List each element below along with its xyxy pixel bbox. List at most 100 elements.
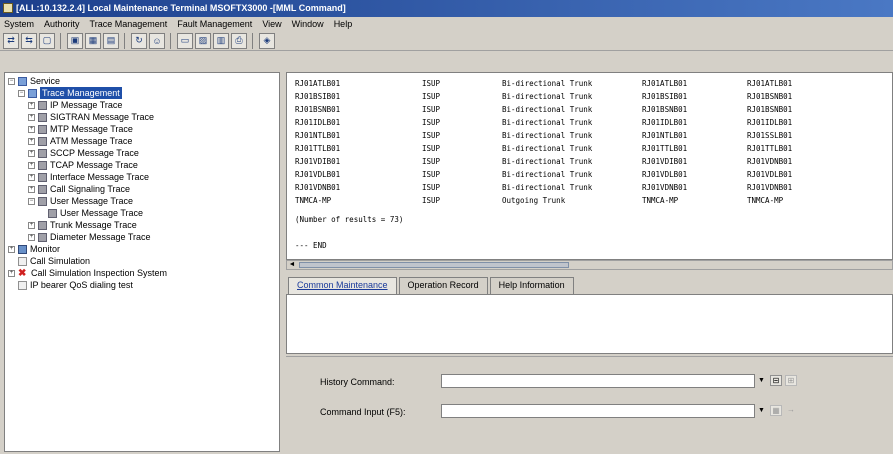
result-cell: RJ01ATLB01 bbox=[642, 79, 688, 88]
tree-item-label: Interface Message Trace bbox=[50, 172, 150, 182]
collapse-icon[interactable]: − bbox=[8, 77, 15, 85]
tree-item-ip-message-trace[interactable]: + IP Message Trace bbox=[28, 99, 122, 111]
trace-icon bbox=[38, 184, 47, 194]
tab-help-information[interactable]: Help Information bbox=[489, 277, 574, 294]
execute-history-icon[interactable]: ⊟ bbox=[770, 375, 782, 386]
document-icon[interactable]: ▭ bbox=[177, 32, 193, 49]
expand-icon[interactable]: + bbox=[28, 137, 35, 145]
connect-icon[interactable]: ⇄ bbox=[3, 32, 19, 49]
tree-item-diameter-message-trace[interactable]: + Diameter Message Trace bbox=[28, 231, 151, 243]
result-cell: ISUP bbox=[422, 131, 441, 140]
result-cell: RJ01VDNB01 bbox=[747, 183, 793, 192]
tree-item-call-simulation[interactable]: Call Simulation bbox=[18, 255, 90, 267]
expand-icon[interactable]: + bbox=[28, 233, 35, 241]
results-horizontal-scrollbar[interactable]: ◄ bbox=[286, 260, 893, 270]
history-dropdown-icon[interactable]: ▼ bbox=[756, 375, 767, 387]
tree-item-label: Monitor bbox=[30, 244, 61, 254]
result-cell: Bi-directional Trunk bbox=[502, 183, 593, 192]
command-input-combo[interactable] bbox=[441, 404, 755, 418]
window-title: [ALL:10.132.2.4] Local Maintenance Termi… bbox=[16, 3, 346, 13]
trace-icon bbox=[38, 232, 47, 242]
expand-icon[interactable]: + bbox=[28, 173, 35, 181]
tree-item-service[interactable]: − Service bbox=[8, 75, 60, 87]
expand-icon[interactable]: + bbox=[28, 125, 35, 133]
trace-icon bbox=[38, 160, 47, 170]
cross-icon: ✖ bbox=[18, 267, 27, 279]
menu-trace-management[interactable]: Trace Management bbox=[90, 19, 168, 29]
window-icon[interactable]: ▣ bbox=[67, 32, 83, 49]
collapse-icon[interactable]: − bbox=[18, 89, 25, 97]
tab-operation-record[interactable]: Operation Record bbox=[398, 277, 488, 294]
result-cell: RJ01VDNB01 bbox=[295, 183, 341, 192]
table-icon[interactable]: ▦ bbox=[85, 32, 101, 49]
result-cell: ISUP bbox=[422, 183, 441, 192]
scrollbar-thumb[interactable] bbox=[299, 262, 569, 268]
tree-item-tcap-message-trace[interactable]: + TCAP Message Trace bbox=[28, 159, 138, 171]
result-cell: ISUP bbox=[422, 105, 441, 114]
tree-item-interface-message-trace[interactable]: + Interface Message Trace bbox=[28, 171, 149, 183]
result-cell: ISUP bbox=[422, 196, 441, 205]
tree-item-label: IP Message Trace bbox=[50, 100, 123, 110]
tree-item-monitor[interactable]: + Monitor bbox=[8, 243, 60, 255]
tree-item-mtp-message-trace[interactable]: + MTP Message Trace bbox=[28, 123, 133, 135]
menu-view[interactable]: View bbox=[262, 19, 281, 29]
expand-icon[interactable]: + bbox=[28, 101, 35, 109]
menu-help[interactable]: Help bbox=[334, 19, 353, 29]
menu-fault-management[interactable]: Fault Management bbox=[177, 19, 252, 29]
command-dropdown-icon[interactable]: ▼ bbox=[756, 405, 767, 417]
expand-icon[interactable]: + bbox=[8, 245, 15, 253]
clear-history-icon[interactable]: ⊞ bbox=[785, 375, 797, 386]
history-command-combo[interactable] bbox=[441, 374, 755, 388]
lock-icon[interactable]: ▢ bbox=[39, 32, 55, 49]
tab-common-maintenance[interactable]: Common Maintenance bbox=[288, 277, 397, 294]
tool-icon[interactable]: ◈ bbox=[259, 32, 275, 49]
tree-item-sccp-message-trace[interactable]: + SCCP Message Trace bbox=[28, 147, 139, 159]
expand-icon[interactable]: + bbox=[8, 269, 15, 277]
disconnect-icon[interactable]: ⇆ bbox=[21, 32, 37, 49]
image-icon[interactable]: ▨ bbox=[195, 32, 211, 49]
result-cell: Bi-directional Trunk bbox=[502, 170, 593, 179]
expand-icon[interactable]: + bbox=[28, 149, 35, 157]
tree-item-label: SCCP Message Trace bbox=[50, 148, 139, 158]
menu-system[interactable]: System bbox=[4, 19, 34, 29]
result-cell: Bi-directional Trunk bbox=[502, 131, 593, 140]
menu-window[interactable]: Window bbox=[292, 19, 324, 29]
expand-icon[interactable]: + bbox=[28, 221, 35, 229]
user-icon[interactable]: ☺ bbox=[149, 32, 165, 49]
chart-icon[interactable]: ▥ bbox=[213, 32, 229, 49]
expand-icon[interactable]: + bbox=[28, 185, 35, 193]
result-cell: Outgoing Trunk bbox=[502, 196, 566, 205]
menu-authority[interactable]: Authority bbox=[44, 19, 80, 29]
tree-item-label: User Message Trace bbox=[50, 196, 134, 206]
print-icon[interactable]: ⎙ bbox=[231, 32, 247, 49]
expand-icon[interactable]: + bbox=[28, 113, 35, 121]
tree-item-atm-message-trace[interactable]: + ATM Message Trace bbox=[28, 135, 132, 147]
result-cell: RJ01BSIB01 bbox=[295, 92, 341, 101]
tree-item-call-simulation-inspection-system[interactable]: + ✖ Call Simulation Inspection System bbox=[8, 267, 167, 279]
trace-icon bbox=[38, 136, 47, 146]
result-cell: TNMCA-MP bbox=[295, 196, 332, 205]
results-output[interactable]: RJ01ATLB01 ISUP Bi-directional Trunk RJ01AT… bbox=[286, 72, 893, 260]
call-simulation-icon bbox=[18, 256, 27, 266]
run-command-icon[interactable]: → bbox=[785, 405, 797, 416]
grid-icon[interactable]: ▤ bbox=[103, 32, 119, 49]
result-cell: RJ01IDLB01 bbox=[642, 118, 688, 127]
tree-item-ip-bearer-qos-dialing-test[interactable]: IP bearer QoS dialing test bbox=[18, 279, 133, 291]
command-assist-icon[interactable]: ▦ bbox=[770, 405, 782, 416]
tree-item-trunk-message-trace[interactable]: + Trunk Message Trace bbox=[28, 219, 137, 231]
result-cell: RJ01BSNB01 bbox=[747, 105, 793, 114]
result-cell: Bi-directional Trunk bbox=[502, 157, 593, 166]
collapse-icon[interactable]: − bbox=[28, 197, 35, 205]
tree-item-call-signaling-trace[interactable]: + Call Signaling Trace bbox=[28, 183, 130, 195]
tree-item-sigtran-message-trace[interactable]: + SIGTRAN Message Trace bbox=[28, 111, 154, 123]
refresh-icon[interactable]: ↻ bbox=[131, 32, 147, 49]
tree-item-user-message-trace[interactable]: User Message Trace bbox=[48, 207, 143, 219]
expand-icon[interactable]: + bbox=[28, 161, 35, 169]
result-cell: TNMCA-MP bbox=[642, 196, 679, 205]
tree-item-label: IP bearer QoS dialing test bbox=[30, 280, 133, 290]
scroll-left-icon[interactable]: ◄ bbox=[287, 261, 297, 269]
tree-item-trace-management[interactable]: − Trace Management bbox=[18, 87, 122, 99]
tree-item-label: Trace Management bbox=[40, 87, 122, 99]
monitor-icon bbox=[18, 244, 27, 254]
tree-item-user-message-trace-group[interactable]: − User Message Trace bbox=[28, 195, 133, 207]
